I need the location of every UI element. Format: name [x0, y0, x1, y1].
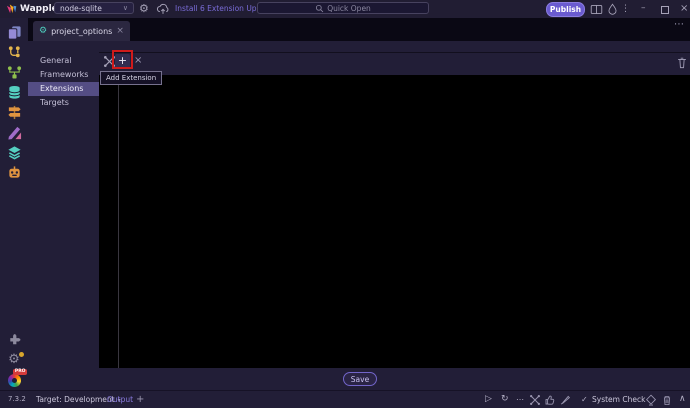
nav-item-targets[interactable]: Targets [28, 96, 99, 110]
tab-project-options[interactable]: ⚙ project_options × [33, 21, 130, 41]
project-selector[interactable]: node-sqlite ∨ [54, 2, 134, 14]
thumbs-up-icon[interactable] [544, 394, 556, 406]
activity-bar: ⚙ PRO [0, 18, 28, 390]
clean-panel-icon[interactable] [645, 394, 657, 406]
titlebar: Wappler node-sqlite ∨ ⚙ Install 6 Extens… [0, 0, 690, 18]
chevron-up-icon[interactable]: ∧ [679, 391, 686, 408]
remove-extension-icon[interactable]: × [134, 53, 142, 69]
cloud-upload-icon[interactable] [156, 3, 170, 16]
colorwheel [8, 374, 21, 387]
nav-item-extensions[interactable]: Extensions [28, 82, 99, 96]
wappler-logo-icon [6, 3, 17, 15]
routes-signpost-icon[interactable] [3, 102, 25, 122]
play-icon[interactable]: ▷ [485, 391, 492, 408]
layers-icon[interactable] [3, 142, 25, 162]
search-icon [315, 4, 324, 13]
add-panel-icon[interactable]: + [136, 391, 144, 408]
styles-design-icon[interactable] [3, 122, 25, 142]
database-icon[interactable] [3, 82, 25, 102]
more-options-icon[interactable]: ⋯ [516, 391, 524, 408]
save-bar: Save [99, 368, 690, 390]
bin-icon[interactable] [661, 394, 673, 407]
add-extension-tooltip: Add Extension [100, 71, 162, 85]
brush-icon[interactable] [559, 394, 571, 406]
nav-item-frameworks[interactable]: Frameworks [28, 68, 99, 82]
workflow-tree-icon[interactable] [3, 62, 25, 82]
project-selector-value: node-sqlite [60, 4, 102, 13]
pages-icon[interactable] [3, 22, 25, 42]
save-button[interactable]: Save [343, 372, 377, 386]
settings-gear-icon[interactable]: ⚙ [3, 350, 25, 370]
droplet-theme-icon[interactable] [607, 3, 618, 15]
tab-bar: ⚙ project_options × ⋯ [28, 18, 690, 41]
theme-colorwheel-icon[interactable]: PRO [3, 370, 25, 390]
notification-badge [19, 352, 24, 357]
close-window-icon[interactable]: × [680, 0, 688, 18]
output-tab[interactable]: Output [107, 391, 133, 408]
kebab-menu-icon[interactable]: ⋮ [621, 0, 630, 18]
extensions-puzzle-icon[interactable] [3, 330, 25, 350]
maximize-icon[interactable] [661, 6, 669, 14]
ai-robot-icon[interactable] [3, 162, 25, 182]
quick-open-label: Quick Open [327, 4, 371, 13]
git-branch-icon[interactable] [3, 42, 25, 62]
extensions-panel-empty[interactable] [99, 75, 690, 368]
node-connections-icon[interactable] [529, 394, 541, 406]
system-check-label[interactable]: System Check [592, 391, 645, 408]
tree-guide-line [118, 75, 119, 368]
settings-gear-icon[interactable]: ⚙ [139, 0, 149, 18]
project-options-nav: General Frameworks Extensions Targets [28, 41, 99, 390]
refresh-icon[interactable]: ↻ [501, 391, 509, 408]
tab-overflow-icon[interactable]: ⋯ [674, 19, 684, 30]
minimize-icon[interactable]: – [641, 0, 646, 17]
publish-button[interactable]: Publish [546, 2, 585, 17]
gear-icon: ⚙ [39, 26, 47, 36]
quick-open-search[interactable]: Quick Open [257, 2, 429, 14]
add-extension-button[interactable]: + [115, 54, 130, 68]
content-divider [99, 52, 690, 53]
wappler-window: Wappler node-sqlite ∨ ⚙ Install 6 Extens… [0, 0, 690, 408]
version-label: 7.3.2 [8, 391, 26, 408]
layout-columns-icon[interactable] [590, 4, 603, 15]
pro-badge: PRO [13, 369, 27, 375]
nav-item-general[interactable]: General [28, 54, 99, 68]
tab-label: project_options [51, 27, 112, 36]
chevron-down-icon: ∨ [123, 4, 128, 12]
status-bar: 7.3.2 Target: Development▾ Output + ▷ ↻ … [0, 390, 690, 408]
close-tab-icon[interactable]: × [116, 26, 124, 36]
check-icon: ✓ [581, 391, 588, 408]
trash-icon[interactable] [676, 56, 688, 69]
